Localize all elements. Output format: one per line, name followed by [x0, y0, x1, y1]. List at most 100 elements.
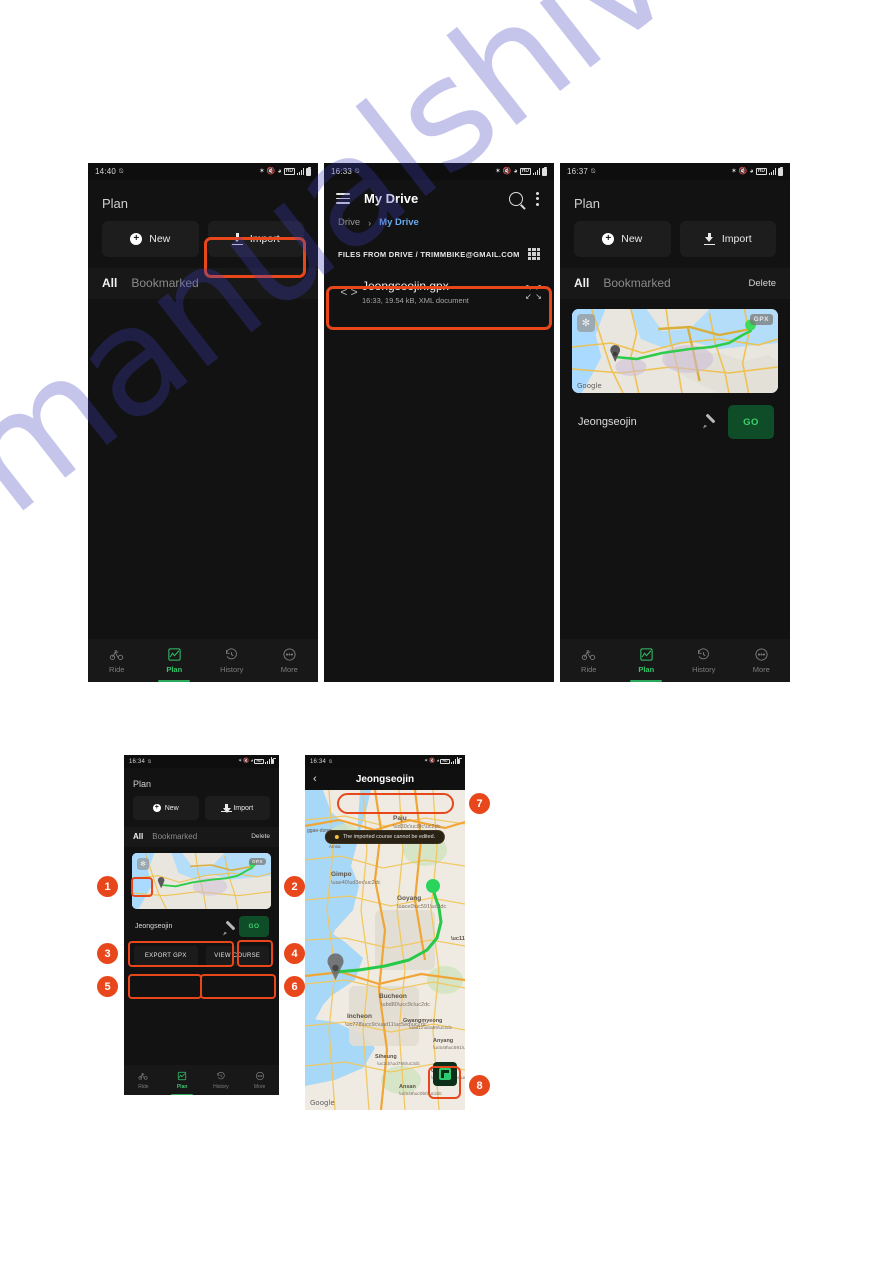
- nav-label-plan: Plan: [166, 665, 183, 674]
- svg-text:\ubd80\ucc9c\uc2dc: \ubd80\ucc9c\uc2dc: [381, 1002, 430, 1008]
- nav-label-ride: Ride: [138, 1083, 149, 1090]
- system-icons: ✶ 🔇 ◕ HD: [238, 757, 275, 765]
- nav-item-more[interactable]: More: [733, 647, 791, 674]
- breadcrumb-current[interactable]: My Drive: [379, 217, 419, 228]
- nav-label-history: History: [220, 665, 244, 674]
- status-bar: 14:40 ⍉ ✶ 🔇 ◕ HD: [88, 163, 318, 180]
- course-card[interactable]: ✻ GPX Jeongseojin GO EXPORT GPX VIEW COU…: [132, 853, 271, 966]
- import-button-label: Import: [721, 233, 752, 245]
- page-title: Plan: [133, 779, 152, 789]
- tab-all[interactable]: All: [102, 276, 117, 290]
- svg-text:\uc2dc\ud765\uc2dc: \uc2dc\ud765\uc2dc: [377, 1061, 421, 1067]
- expand-icon[interactable]: ↖ ↗ ↙ ↘: [525, 283, 542, 301]
- page-title: Plan: [102, 196, 129, 211]
- plus-icon: +: [152, 804, 161, 812]
- nav-item-ride[interactable]: Ride: [88, 647, 146, 674]
- export-gpx-button[interactable]: EXPORT GPX: [134, 946, 198, 966]
- course-card[interactable]: ✻ GPX Google Jeongseojin GO: [572, 309, 778, 439]
- manual-page: manualshive.com 14:40 ⍉ ✶ 🔇 ◕ HD Plan + …: [0, 0, 894, 1263]
- search-icon[interactable]: [509, 191, 523, 206]
- nav-label-more: More: [280, 665, 298, 674]
- breadcrumb-root[interactable]: Drive: [338, 217, 360, 228]
- new-button[interactable]: + New: [133, 796, 199, 820]
- system-icons: ✶ 🔇 ◕ HD: [495, 166, 547, 176]
- nav-item-plan[interactable]: Plan: [618, 647, 676, 682]
- tab-bookmarked[interactable]: Bookmarked: [603, 276, 670, 290]
- bottom-nav: Ride Plan History More: [560, 639, 790, 682]
- svg-text:Amsa: Amsa: [329, 844, 341, 849]
- toast-text: The imported course cannot be edited.: [342, 834, 436, 840]
- files-source-label: FILES FROM DRIVE / TRIMMBIKE@GMAIL.COM: [338, 249, 520, 259]
- hd-icon: HD: [519, 167, 531, 176]
- edit-pencil-icon[interactable]: [703, 415, 718, 430]
- locate-button[interactable]: [433, 1062, 457, 1086]
- bicycle-icon: [110, 650, 124, 660]
- plan-action-row: + New Import: [560, 221, 790, 268]
- screen-plan-import: 14:40 ⍉ ✶ 🔇 ◕ HD Plan + New Import All B…: [88, 163, 318, 682]
- nav-item-plan[interactable]: Plan: [146, 647, 204, 682]
- tab-all[interactable]: All: [574, 276, 589, 290]
- callout-2: 2: [284, 876, 305, 897]
- course-name: Jeongseojin: [135, 923, 173, 930]
- bluetooth-icon: ✶: [258, 168, 265, 175]
- history-clock-icon: [698, 648, 710, 660]
- screen-plan-list: 16:37 ⍉ ✶ 🔇 ◕ HD Plan + New Import All B…: [560, 163, 790, 682]
- battery-icon: [306, 166, 311, 176]
- edit-pencil-icon[interactable]: [223, 922, 233, 932]
- more-dots-icon: [755, 648, 768, 661]
- new-button[interactable]: + New: [102, 221, 199, 257]
- files-section-header: FILES FROM DRIVE / TRIMMBIKE@GMAIL.COM: [324, 240, 554, 270]
- filter-tabs: All Bookmarked Delete: [560, 268, 790, 299]
- filter-tabs: All Bookmarked Delete: [124, 827, 279, 847]
- nav-item-history[interactable]: History: [202, 1071, 241, 1090]
- grid-view-icon[interactable]: [528, 248, 540, 260]
- tab-bookmarked[interactable]: Bookmarked: [152, 832, 197, 841]
- nav-item-ride[interactable]: Ride: [560, 647, 618, 674]
- import-button[interactable]: Import: [679, 221, 776, 257]
- compass-icon[interactable]: ✻: [137, 858, 149, 870]
- tab-all[interactable]: All: [133, 832, 143, 841]
- hamburger-menu-icon[interactable]: [336, 193, 350, 204]
- import-button[interactable]: Import: [204, 796, 270, 820]
- svg-text:\uc548\uc591\uc2dc: \uc548\uc591\uc2dc: [433, 1045, 465, 1051]
- nav-item-plan[interactable]: Plan: [163, 1071, 202, 1095]
- go-button[interactable]: GO: [239, 916, 269, 937]
- nav-item-history[interactable]: History: [203, 647, 261, 674]
- go-button[interactable]: GO: [728, 405, 774, 439]
- battery-icon: [456, 757, 461, 765]
- callout-8: 8: [469, 1075, 490, 1096]
- status-clock: 16:34: [310, 758, 327, 765]
- view-course-button[interactable]: VIEW COURSE: [205, 946, 269, 966]
- delete-button[interactable]: Delete: [749, 278, 776, 289]
- mute-icon: 🔇: [502, 168, 512, 175]
- import-button-label: Import: [233, 804, 254, 812]
- file-name: Jeongseojin.gpx: [362, 279, 449, 293]
- nav-item-more[interactable]: More: [240, 1071, 279, 1090]
- nav-item-ride[interactable]: Ride: [124, 1071, 163, 1090]
- course-thumbnail[interactable]: ✻ GPX Google: [572, 309, 778, 393]
- overflow-menu-icon[interactable]: [536, 191, 539, 206]
- import-button[interactable]: Import: [207, 221, 304, 257]
- plus-icon: +: [602, 233, 615, 245]
- wifi-icon: ◕: [513, 168, 518, 175]
- tab-bookmarked[interactable]: Bookmarked: [131, 276, 198, 290]
- nav-label-history: History: [213, 1083, 229, 1090]
- plus-icon: +: [130, 233, 143, 245]
- course-row: Jeongseojin GO: [132, 909, 271, 937]
- course-map-view[interactable]: ggae-dong Paju \ud30c\uc8fc\uc2dc Amsa G…: [305, 790, 465, 1110]
- download-icon: [703, 233, 715, 245]
- bike-icon: ⍉: [591, 167, 596, 175]
- page-title: Plan: [574, 196, 601, 211]
- compass-icon[interactable]: ✻: [577, 314, 595, 332]
- nav-item-more[interactable]: More: [261, 647, 319, 674]
- course-thumbnail[interactable]: ✻ GPX: [132, 853, 271, 909]
- new-button[interactable]: + New: [574, 221, 671, 257]
- svg-text:\uae40\ud3ec\uc2dc: \uae40\ud3ec\uc2dc: [331, 880, 381, 886]
- filter-tabs: All Bookmarked: [88, 268, 318, 299]
- file-list-item[interactable]: < > Jeongseojin.gpx 16:33, 19.54 kB, XML…: [324, 270, 554, 314]
- nav-item-history[interactable]: History: [675, 647, 733, 674]
- hd-icon: HD: [254, 758, 264, 765]
- course-name: Jeongseojin: [578, 416, 637, 428]
- delete-button[interactable]: Delete: [251, 833, 270, 840]
- nav-label-ride: Ride: [109, 665, 125, 674]
